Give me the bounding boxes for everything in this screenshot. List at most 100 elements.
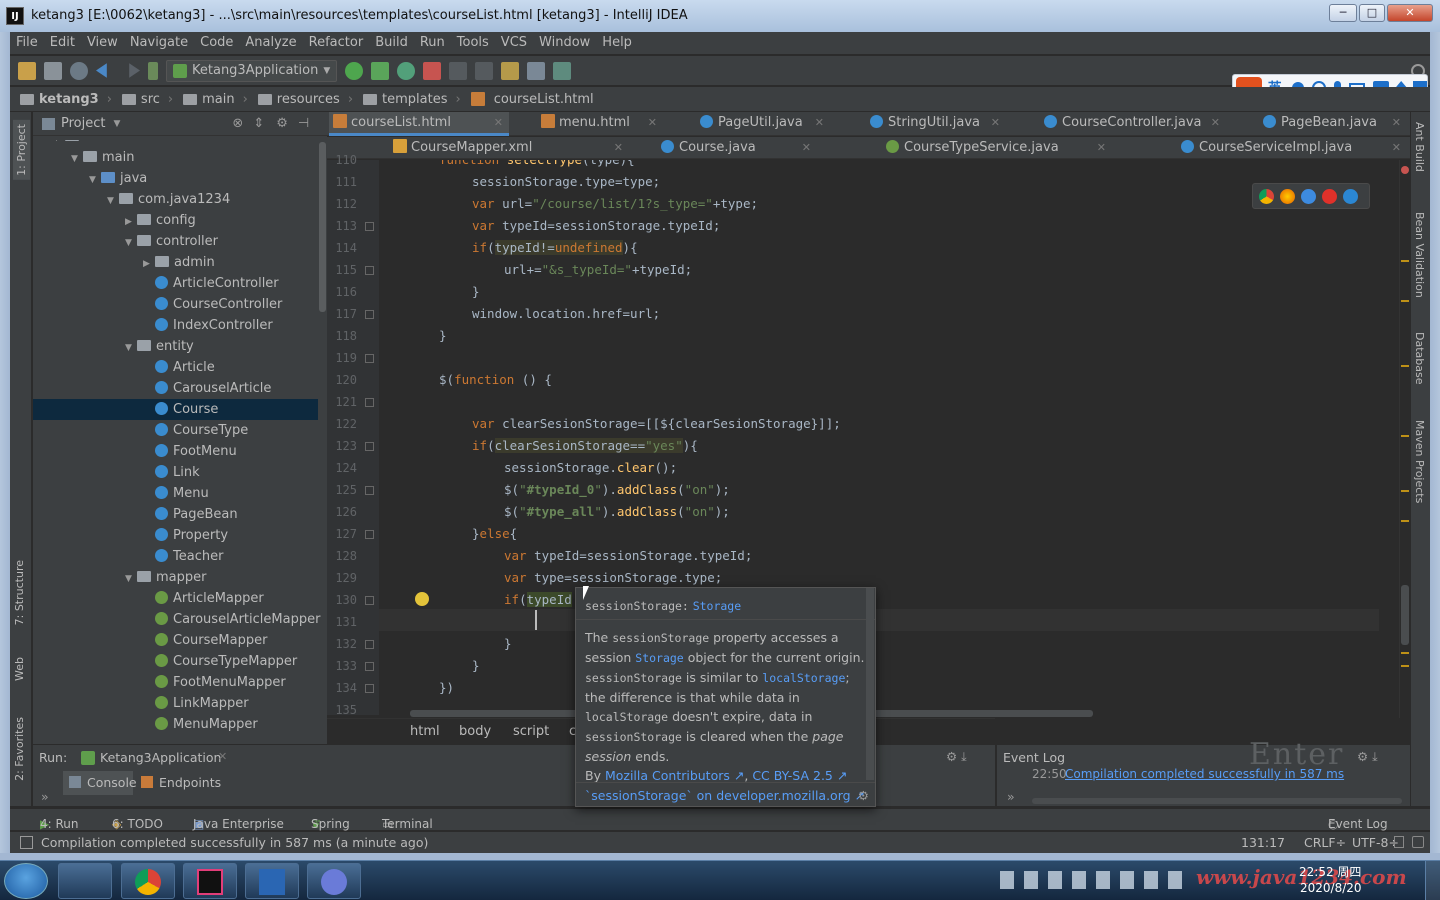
tree-item[interactable]: ArticleMapper: [33, 588, 318, 609]
menu-run[interactable]: Run: [414, 32, 451, 54]
menu-window[interactable]: Window: [533, 32, 596, 54]
open-folder-icon[interactable]: [18, 61, 36, 80]
editor-vertical-scroll-thumb[interactable]: [1401, 585, 1409, 645]
quickdoc-scrollbar[interactable]: [866, 588, 874, 780]
menu-help[interactable]: Help: [596, 32, 638, 54]
tree-item[interactable]: FootMenu: [33, 441, 318, 462]
fold-marker-icon[interactable]: [365, 310, 374, 319]
git-icon[interactable]: [475, 61, 494, 80]
error-stripe[interactable]: [1399, 160, 1410, 718]
caret-position[interactable]: 131:17: [1241, 835, 1285, 850]
localstorage-link[interactable]: localStorage: [762, 671, 845, 685]
close-icon[interactable]: ✕: [1392, 137, 1401, 159]
close-icon[interactable]: ✕: [991, 112, 1000, 134]
collapsed-arrow-icon[interactable]: ▶: [143, 254, 155, 275]
structure-tool-tab[interactable]: 7: Structure: [13, 560, 26, 625]
mozilla-contributors-link[interactable]: Mozilla Contributors ↗: [605, 768, 744, 783]
tab-coursecontroller-java[interactable]: CourseController.java ✕: [1040, 112, 1226, 136]
close-icon[interactable]: ✕: [1211, 112, 1220, 134]
expanded-arrow-icon[interactable]: ▼: [125, 569, 137, 590]
tree-item[interactable]: ▼ main: [33, 147, 318, 168]
menu-analyze[interactable]: Analyze: [239, 32, 302, 54]
tree-item[interactable]: ▼ controller: [33, 231, 318, 252]
tree-item[interactable]: ▶ config: [33, 210, 318, 231]
tab-course-java[interactable]: Course.java ✕: [657, 137, 817, 159]
code-editor[interactable]: function selectType(type){ sessionStorag…: [379, 160, 1399, 715]
chrome-icon[interactable]: [1259, 188, 1274, 204]
tree-item[interactable]: CarouselArticleMapper: [33, 609, 320, 630]
tree-item[interactable]: CourseController: [33, 294, 318, 315]
tree-item[interactable]: Property: [33, 525, 318, 546]
tab-courselist-html[interactable]: courseList.html ✕: [329, 112, 509, 136]
run-configuration-select[interactable]: Ketang3Application ▼: [166, 59, 338, 82]
tree-item[interactable]: CourseTypeMapper: [33, 651, 318, 672]
menu-code[interactable]: Code: [194, 32, 239, 54]
menu-tools[interactable]: Tools: [451, 32, 495, 54]
clock-time[interactable]: 22:52 周四: [1299, 863, 1361, 880]
fold-marker-icon[interactable]: [365, 222, 374, 231]
tree-item[interactable]: Link: [33, 462, 318, 483]
stop-icon[interactable]: [423, 61, 442, 80]
inspector-icon[interactable]: [1412, 836, 1424, 848]
nav-crumb-file[interactable]: courseList.html: [470, 92, 594, 107]
hide-icon[interactable]: ⊣: [298, 116, 309, 131]
sdk-icon[interactable]: [553, 61, 572, 80]
minimize-button[interactable]: ─: [1329, 4, 1357, 22]
fold-marker-icon[interactable]: [365, 266, 374, 275]
project-structure-icon[interactable]: [527, 61, 546, 80]
tree-item[interactable]: CourseType: [33, 420, 318, 441]
tab-menu-html[interactable]: menu.html ✕: [537, 112, 663, 136]
expanded-arrow-icon[interactable]: ▼: [107, 191, 119, 212]
event-log-scrollbar[interactable]: [1032, 798, 1402, 804]
web-tool-tab[interactable]: Web: [13, 657, 26, 681]
tree-item[interactable]: ▼ entity: [33, 336, 318, 357]
ie-icon[interactable]: [1343, 188, 1358, 204]
fold-marker-icon[interactable]: [365, 662, 374, 671]
tree-item[interactable]: CarouselArticle: [33, 378, 318, 399]
tree-item[interactable]: IndexController: [33, 315, 318, 336]
tree-item[interactable]: ▼ mapper: [33, 567, 318, 588]
storage-type-link[interactable]: Storage: [693, 599, 741, 613]
tree-item[interactable]: Teacher: [33, 546, 318, 567]
menu-view[interactable]: View: [81, 32, 124, 54]
close-icon[interactable]: ✕: [815, 112, 824, 134]
database-tool-tab[interactable]: Database: [1413, 332, 1426, 385]
tab-pagebean-java[interactable]: PageBean.java ✕: [1259, 112, 1407, 136]
taskbar-app-s[interactable]: [307, 863, 361, 899]
fold-marker-icon[interactable]: [365, 354, 374, 363]
tree-item[interactable]: CourseMapper: [33, 630, 318, 651]
menu-edit[interactable]: Edit: [44, 32, 81, 54]
expanded-arrow-icon[interactable]: ▼: [71, 149, 83, 170]
breadcrumb-body[interactable]: body: [459, 724, 491, 739]
menu-file[interactable]: File: [10, 32, 44, 54]
tree-item[interactable]: MenuMapper: [33, 714, 318, 735]
firefox-icon[interactable]: [1280, 188, 1295, 204]
close-icon[interactable]: ✕: [648, 112, 657, 134]
safari-icon[interactable]: [1301, 188, 1316, 204]
expand-icon[interactable]: »: [41, 789, 49, 804]
back-arrow-icon[interactable]: [96, 63, 107, 78]
taskbar-intellij[interactable]: [183, 863, 237, 899]
save-icon[interactable]: [44, 61, 62, 80]
debug-bug-icon[interactable]: [371, 61, 390, 80]
project-panel-title[interactable]: Project: [61, 116, 105, 131]
tool-windows-icon[interactable]: [20, 836, 33, 849]
fold-marker-icon[interactable]: [365, 596, 374, 605]
opera-icon[interactable]: [1322, 188, 1337, 204]
tab-coursemapper-xml[interactable]: CourseMapper.xml ✕: [389, 137, 629, 159]
lightbulb-icon[interactable]: [415, 592, 429, 606]
close-icon[interactable]: ✕: [614, 137, 623, 159]
close-icon[interactable]: ✕: [802, 137, 811, 159]
close-icon[interactable]: ✕: [1392, 112, 1401, 134]
gear-icon[interactable]: ⚙: [858, 786, 869, 805]
fold-marker-icon[interactable]: [365, 640, 374, 649]
tab-courseserviceimpl-java[interactable]: CourseServiceImpl.java ✕: [1177, 137, 1407, 159]
expanded-arrow-icon[interactable]: ▼: [89, 170, 101, 191]
breadcrumb-script[interactable]: script: [513, 724, 549, 739]
tab-coursetypeservice-java[interactable]: CourseTypeService.java ✕: [882, 137, 1112, 159]
clock-date[interactable]: 2020/8/20: [1300, 881, 1362, 895]
bean-validation-tool-tab[interactable]: Bean Validation: [1413, 212, 1426, 298]
fold-marker-icon[interactable]: [365, 530, 374, 539]
menu-build[interactable]: Build: [369, 32, 414, 54]
menu-refactor[interactable]: Refactor: [303, 32, 370, 54]
